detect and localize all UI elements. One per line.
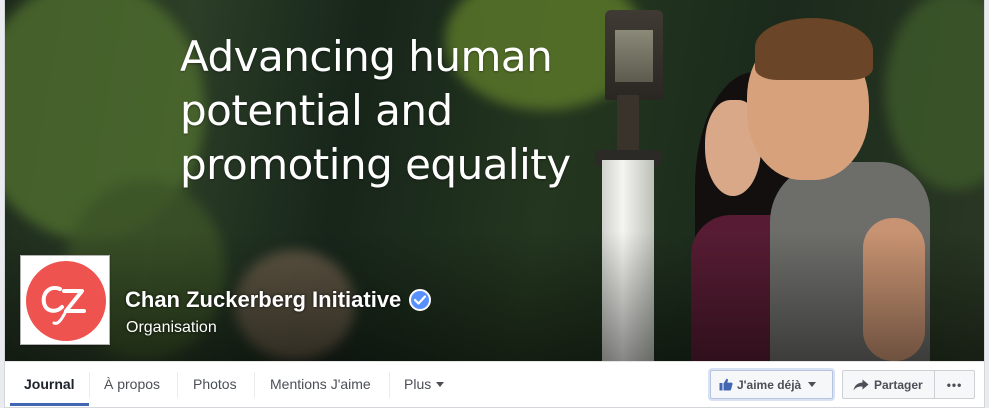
tab-divider xyxy=(254,372,255,398)
like-button-label: J'aime déjà xyxy=(737,377,802,392)
headline-line: potential and xyxy=(180,86,453,135)
lamp-glass xyxy=(615,30,653,82)
share-button[interactable]: Partager xyxy=(842,370,935,399)
chevron-down-icon xyxy=(436,382,445,387)
person-man-hair xyxy=(755,18,873,80)
share-arrow-icon xyxy=(853,379,869,390)
tab-photos[interactable]: Photos xyxy=(179,362,251,406)
ellipsis-icon: ••• xyxy=(946,377,963,392)
cz-logo xyxy=(26,261,106,341)
verified-badge-icon[interactable] xyxy=(409,289,432,311)
page-header: Advancing human potential and promoting … xyxy=(4,0,985,408)
more-options-button[interactable]: ••• xyxy=(934,370,975,399)
page-name-text[interactable]: Chan Zuckerberg Initiative xyxy=(125,287,401,313)
profile-picture[interactable] xyxy=(20,255,110,345)
tab-more[interactable]: Plus xyxy=(390,362,458,406)
like-button[interactable]: J'aime déjà xyxy=(710,370,833,399)
tab-more-label: Plus xyxy=(404,376,432,392)
chevron-down-icon xyxy=(808,382,817,387)
page-title[interactable]: Chan Zuckerberg Initiative xyxy=(125,287,432,313)
page-category[interactable]: Organisation xyxy=(126,319,217,337)
lamp-stem xyxy=(617,95,639,153)
headline-line: promoting equality xyxy=(180,140,571,189)
tab-likes[interactable]: Mentions J'aime xyxy=(256,362,385,406)
share-button-label: Partager xyxy=(874,377,923,392)
tab-about[interactable]: À propos xyxy=(90,362,174,406)
tab-divider xyxy=(177,372,178,398)
foliage xyxy=(885,0,984,190)
page-tab-bar: Journal À propos Photos Mentions J'aime … xyxy=(5,361,984,407)
thumbs-up-icon xyxy=(719,378,733,391)
cz-logo-mark xyxy=(41,286,86,325)
tab-journal[interactable]: Journal xyxy=(10,362,89,406)
headline-line: Advancing human xyxy=(180,32,553,81)
cover-headline: Advancing human potential and promoting … xyxy=(180,30,571,192)
